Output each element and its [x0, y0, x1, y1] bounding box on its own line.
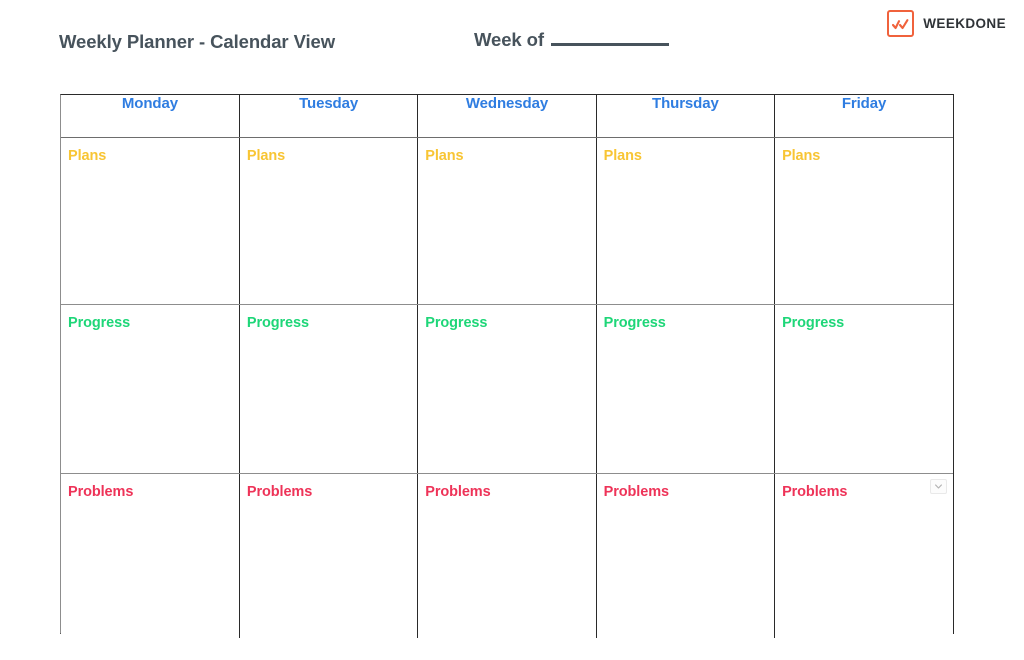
cell-progress-monday[interactable]: Progress: [61, 304, 240, 474]
cell-progress-thursday[interactable]: Progress: [595, 304, 775, 474]
day-header-label: Thursday: [652, 95, 719, 112]
section-label-plans: Plans: [246, 148, 286, 164]
chevron-down-icon[interactable]: [930, 479, 947, 494]
day-header-monday[interactable]: Monday: [61, 95, 240, 138]
section-label-progress: Progress: [246, 315, 309, 331]
day-header-label: Monday: [121, 95, 178, 112]
brand-logo: WEEKDONE: [887, 10, 1006, 37]
cell-problems-friday[interactable]: Problems: [774, 473, 953, 638]
section-label-progress: Progress: [782, 315, 845, 331]
planner-grid: Monday Tuesday Wednesday Thursday Friday: [60, 94, 954, 638]
cell-problems-wednesday[interactable]: Problems: [417, 473, 597, 638]
week-of-input[interactable]: [550, 30, 669, 46]
section-label-progress: Progress: [425, 315, 488, 331]
weekly-planner-page: Weekly Planner - Calendar View Week of W…: [0, 0, 1024, 660]
section-label-problems: Problems: [603, 484, 669, 500]
section-label-plans: Plans: [425, 148, 464, 164]
section-row-plans: Plans Plans Plans Plans Plans: [61, 137, 953, 305]
section-label-problems: Problems: [246, 484, 313, 500]
section-label-problems: Problems: [68, 484, 134, 500]
planner-table-head: Monday Tuesday Wednesday Thursday Friday: [61, 95, 953, 138]
day-header-label: Friday: [841, 95, 887, 112]
section-label-problems: Problems: [425, 484, 491, 500]
cell-plans-tuesday[interactable]: Plans: [238, 137, 418, 305]
cell-problems-thursday[interactable]: Problems: [595, 473, 775, 638]
section-label-plans: Plans: [782, 148, 821, 164]
cell-progress-wednesday[interactable]: Progress: [417, 304, 597, 474]
day-header-label: Tuesday: [299, 95, 359, 112]
day-header-row: Monday Tuesday Wednesday Thursday Friday: [61, 95, 953, 138]
zigzag-chart-icon: [887, 10, 915, 37]
section-row-problems: Problems Problems Problems Problems Prob…: [61, 473, 953, 638]
planner-table: Monday Tuesday Wednesday Thursday Friday: [61, 95, 953, 638]
week-of-field: Week of: [474, 29, 669, 51]
day-header-tuesday[interactable]: Tuesday: [238, 95, 418, 138]
page-title: Weekly Planner - Calendar View: [59, 31, 335, 52]
day-header-label: Wednesday: [465, 95, 549, 112]
section-row-progress: Progress Progress Progress Progress Prog…: [61, 304, 953, 474]
day-header-thursday[interactable]: Thursday: [595, 95, 775, 138]
section-label-plans: Plans: [68, 148, 107, 164]
section-label-plans: Plans: [603, 148, 642, 164]
brand-name: WEEKDONE: [923, 16, 1006, 31]
cell-plans-monday[interactable]: Plans: [61, 137, 240, 305]
cell-problems-tuesday[interactable]: Problems: [238, 473, 418, 638]
cell-plans-friday[interactable]: Plans: [774, 137, 953, 305]
section-label-progress: Progress: [603, 315, 666, 331]
section-label-progress: Progress: [68, 315, 131, 331]
day-header-wednesday[interactable]: Wednesday: [417, 95, 597, 138]
cell-plans-wednesday[interactable]: Plans: [417, 137, 597, 305]
day-header-friday[interactable]: Friday: [774, 95, 953, 138]
week-of-label: Week of: [474, 29, 544, 50]
cell-progress-tuesday[interactable]: Progress: [238, 304, 418, 474]
page-header: Weekly Planner - Calendar View Week of W…: [0, 0, 1024, 88]
planner-table-body: Plans Plans Plans Plans Plans Progress P…: [61, 137, 953, 638]
section-label-problems: Problems: [782, 484, 848, 500]
cell-progress-friday[interactable]: Progress: [774, 304, 953, 474]
cell-problems-monday[interactable]: Problems: [61, 473, 240, 638]
cell-plans-thursday[interactable]: Plans: [595, 137, 775, 305]
